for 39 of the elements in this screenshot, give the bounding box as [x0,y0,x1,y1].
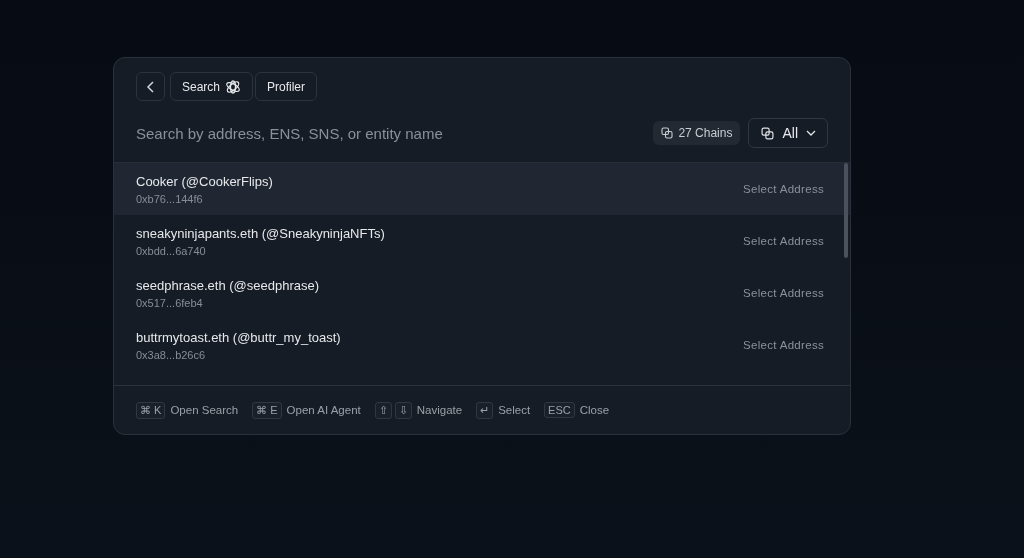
select-address-link[interactable]: Select Address [743,339,824,351]
result-address: 0xb76...144f6 [136,192,204,205]
result-name: sneakyninjapants.eth (@SneakyninjaNFTs) [136,225,385,241]
back-button[interactable] [136,72,165,101]
shortcut-label: Close [579,404,610,416]
result-name: seedphrase.eth (@seedphrase) [136,277,320,293]
shortcut-label: Select [498,404,531,416]
atom-icon [225,78,242,95]
scrollbar[interactable] [844,163,848,258]
chains-badge: 27 Chains [653,121,741,145]
copy-icon [661,127,674,139]
chevron-left-icon [145,79,156,94]
result-item[interactable]: seedphrase.eth (@seedphrase) 0x517...6feb4 Select Address [114,267,850,319]
shortcut-label: Open AI Agent [286,404,361,416]
shortcut-label: Navigate [416,404,463,416]
chevron-down-icon [806,129,816,137]
result-name: buttrmytoast.eth (@buttr_my_toast) [136,329,341,345]
search-tab[interactable]: Search [170,72,254,101]
result-item[interactable]: Cooker (@CookerFlips) 0xb76...144f6 Select Address [114,163,850,215]
result-address: 0x3a8...b26c6 [136,348,207,361]
shortcut-label: Open Search [170,404,239,416]
copy-icon [761,126,775,140]
result-address: 0x517...6feb4 [136,296,204,309]
key-cap: ⇧ [374,401,392,419]
search-field[interactable]: Search by address, ENS, SNS, or entity name [136,119,646,147]
key-cap: ⌘ K [136,401,166,419]
result-item[interactable]: sneakyninjapants.eth (@SneakyninjaNFTs) 0xbdd...6a740 Select Address [114,215,850,267]
result-item[interactable]: buttrmytoast.eth (@buttr_my_toast) 0x3a8...b26c6 Select Address [114,319,850,371]
key-cap: ESC [544,402,575,418]
result-address: 0xbdd...6a740 [136,244,207,257]
profiler-tab[interactable]: Profiler [255,72,318,101]
key-cap: ↵ [476,401,494,419]
select-address-link[interactable]: Select Address [743,287,824,299]
key-cap: ⌘ E [252,401,282,419]
result-name: Cooker (@CookerFlips) [136,173,273,189]
select-address-link[interactable]: Select Address [743,235,824,247]
chain-filter-dropdown[interactable]: All [748,118,828,148]
select-address-link[interactable]: Select Address [743,183,824,195]
key-cap: ⇩ [394,401,412,419]
